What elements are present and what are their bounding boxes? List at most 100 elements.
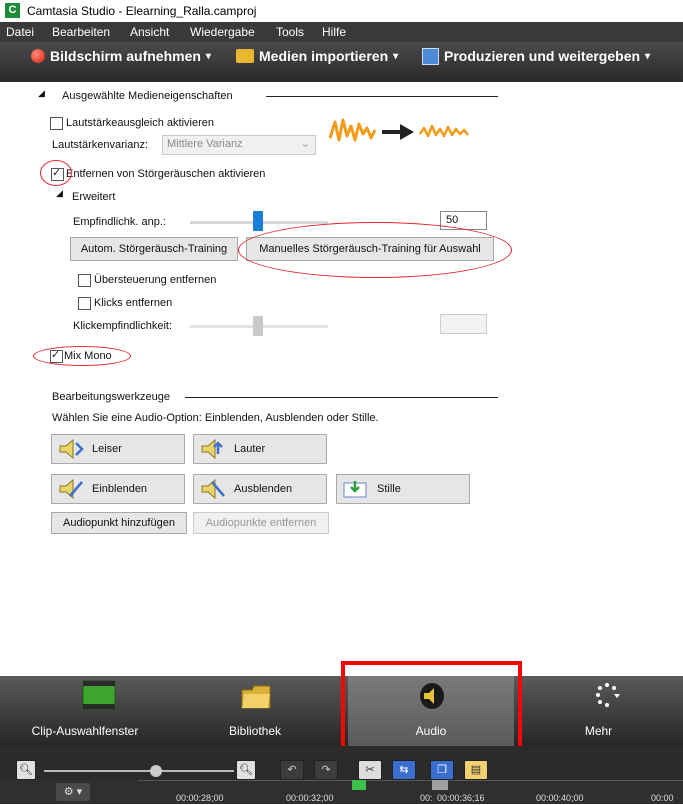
copy-icon[interactable]: ❐ (430, 760, 454, 780)
menu-bearbeiten[interactable]: Bearbeiten (52, 25, 110, 39)
highlight-annotation (238, 222, 512, 278)
divider (266, 96, 498, 97)
timeline-toolbar: 🔍︎ 🔍︎ ↶ ↷ ✂ ⇆ ❐ ▤ (0, 746, 683, 780)
gear-icon[interactable]: ⚙ ▾ (56, 783, 90, 801)
menu-wiedergabe[interactable]: Wiedergabe (190, 25, 255, 39)
highlight-annotation (40, 160, 72, 186)
audio-properties-panel: ◢ Ausgewählte Medieneigenschaften Lautst… (0, 82, 683, 676)
menu-tools[interactable]: Tools (276, 25, 304, 39)
import-media-button[interactable]: Medien importieren ▾ (236, 45, 398, 67)
more-dots-icon (596, 683, 620, 707)
timecode: 00:00:32;00 (286, 793, 334, 803)
paste-icon[interactable]: ▤ (464, 760, 488, 780)
tab-more[interactable]: Mehr (514, 676, 683, 746)
tab-clip-bin[interactable]: Clip-Auswahlfenster (0, 676, 170, 746)
click-sensitivity-label: Klickempfindlichkeit: (73, 320, 173, 332)
leveling-illustration-icon (328, 118, 469, 142)
playhead[interactable] (432, 780, 448, 790)
cut-icon[interactable]: ✂ (358, 760, 382, 780)
produce-icon (422, 47, 439, 65)
volume-up-icon (200, 438, 226, 460)
silence-label: Stille (377, 483, 401, 495)
zoom-out-icon[interactable]: 🔍︎ (16, 760, 36, 780)
audio-tab-highlight (341, 661, 522, 755)
highlight-annotation (33, 346, 131, 366)
collapse-icon[interactable]: ◢ (56, 188, 63, 199)
zoom-slider-thumb[interactable] (150, 765, 162, 777)
app-icon: C (5, 3, 20, 18)
timecode: 00:00 (651, 793, 674, 803)
volume-leveling-checkbox[interactable] (50, 117, 63, 130)
menu-hilfe[interactable]: Hilfe (322, 25, 346, 39)
variance-value: Mittlere Varianz (167, 138, 243, 150)
editing-header: Bearbeitungswerkzeuge (52, 391, 171, 403)
in-point-marker[interactable] (352, 780, 366, 790)
tab-library[interactable]: Bibliothek (170, 676, 340, 746)
title-bar: C Camtasia Studio - Elearning_Ralla.camp… (0, 0, 683, 22)
menu-bar: Datei Bearbeiten Ansicht Wiedergabe Tool… (0, 22, 683, 42)
timeline-ruler[interactable]: ⚙ ▾ 00:00:28;00 00:00:32;00 00: 00:00:36… (0, 780, 683, 804)
tab-library-label: Bibliothek (228, 724, 282, 738)
quieter-button[interactable]: Leiser (51, 434, 185, 464)
produce-label: Produzieren und weitergeben (444, 48, 641, 64)
louder-button[interactable]: Lauter (193, 434, 327, 464)
import-label: Medien importieren (259, 48, 389, 64)
playhead-prefix: 00: (420, 793, 433, 803)
tab-more-label: Mehr (584, 724, 613, 738)
remove-clipping-checkbox[interactable] (78, 274, 91, 287)
split-icon[interactable]: ⇆ (392, 760, 416, 780)
volume-leveling-label: Lautstärkeausgleich aktivieren (66, 117, 214, 129)
click-sensitivity-slider-thumb[interactable] (253, 316, 263, 336)
remove-clicks-label: Klicks entfernen (94, 297, 173, 309)
tab-clip-bin-label: Clip-Auswahlfenster (31, 724, 139, 738)
main-toolbar: Bildschirm aufnehmen ▾ Medien importiere… (0, 42, 683, 82)
remove-clipping-label: Übersteuerung entfernen (94, 274, 217, 286)
zoom-in-icon[interactable]: 🔍︎ (236, 760, 256, 780)
undo-icon[interactable]: ↶ (280, 760, 304, 780)
chevron-down-icon: ▾ (205, 50, 211, 62)
advanced-label: Erweitert (72, 191, 116, 203)
fade-out-icon (200, 478, 226, 500)
record-screen-button[interactable]: Bildschirm aufnehmen ▾ (31, 45, 211, 67)
quieter-label: Leiser (92, 443, 122, 455)
variance-select[interactable]: Mittlere Varianz ⌄ (162, 135, 316, 155)
folder-icon (236, 49, 254, 63)
zoom-slider-track[interactable] (44, 770, 234, 772)
timecode: 00:00:36;16 (437, 793, 485, 803)
window-title: Camtasia Studio - Elearning_Ralla.campro… (27, 4, 257, 18)
divider (185, 397, 498, 398)
silence-icon (343, 479, 369, 499)
fade-out-button[interactable]: Ausblenden (193, 474, 327, 504)
collapse-icon[interactable]: ◢ (38, 88, 45, 99)
menu-ansicht[interactable]: Ansicht (130, 25, 169, 39)
folder-icon (241, 685, 271, 709)
fade-in-button[interactable]: Einblenden (51, 474, 185, 504)
auto-training-button[interactable]: Autom. Störgeräusch-Training (70, 237, 238, 261)
record-label: Bildschirm aufnehmen (50, 48, 201, 64)
louder-label: Lauter (234, 443, 266, 455)
noise-removal-label: Entfernen von Störgeräuschen aktivieren (66, 168, 266, 180)
sensitivity-slider-thumb[interactable] (253, 211, 263, 231)
fade-in-icon (58, 478, 84, 500)
fade-in-label: Einblenden (92, 483, 148, 495)
silence-button[interactable]: Stille (336, 474, 470, 504)
click-sensitivity-input[interactable] (440, 314, 487, 334)
record-icon (31, 49, 45, 63)
remove-audio-points-button[interactable]: Audiopunkte entfernen (193, 512, 329, 534)
produce-share-button[interactable]: Produzieren und weitergeben ▾ (422, 45, 650, 67)
timecode: 00:00:28;00 (176, 793, 224, 803)
remove-clicks-checkbox[interactable] (78, 297, 91, 310)
chevron-down-icon: ⌄ (300, 138, 310, 150)
chevron-down-icon: ▾ (393, 50, 399, 62)
volume-down-icon (58, 438, 84, 460)
editing-hint: Wählen Sie eine Audio-Option: Einblenden… (52, 412, 379, 424)
chevron-down-icon: ▾ (645, 50, 651, 62)
sensitivity-label: Empfindlichk. anp.: (73, 216, 166, 228)
properties-header: Ausgewählte Medieneigenschaften (62, 90, 233, 102)
fade-out-label: Ausblenden (234, 483, 293, 495)
add-audio-point-button[interactable]: Audiopunkt hinzufügen (51, 512, 187, 534)
menu-datei[interactable]: Datei (6, 25, 34, 39)
variance-label: Lautstärkenvarianz: (52, 139, 148, 151)
redo-icon[interactable]: ↷ (314, 760, 338, 780)
filmstrip-icon (82, 680, 116, 710)
